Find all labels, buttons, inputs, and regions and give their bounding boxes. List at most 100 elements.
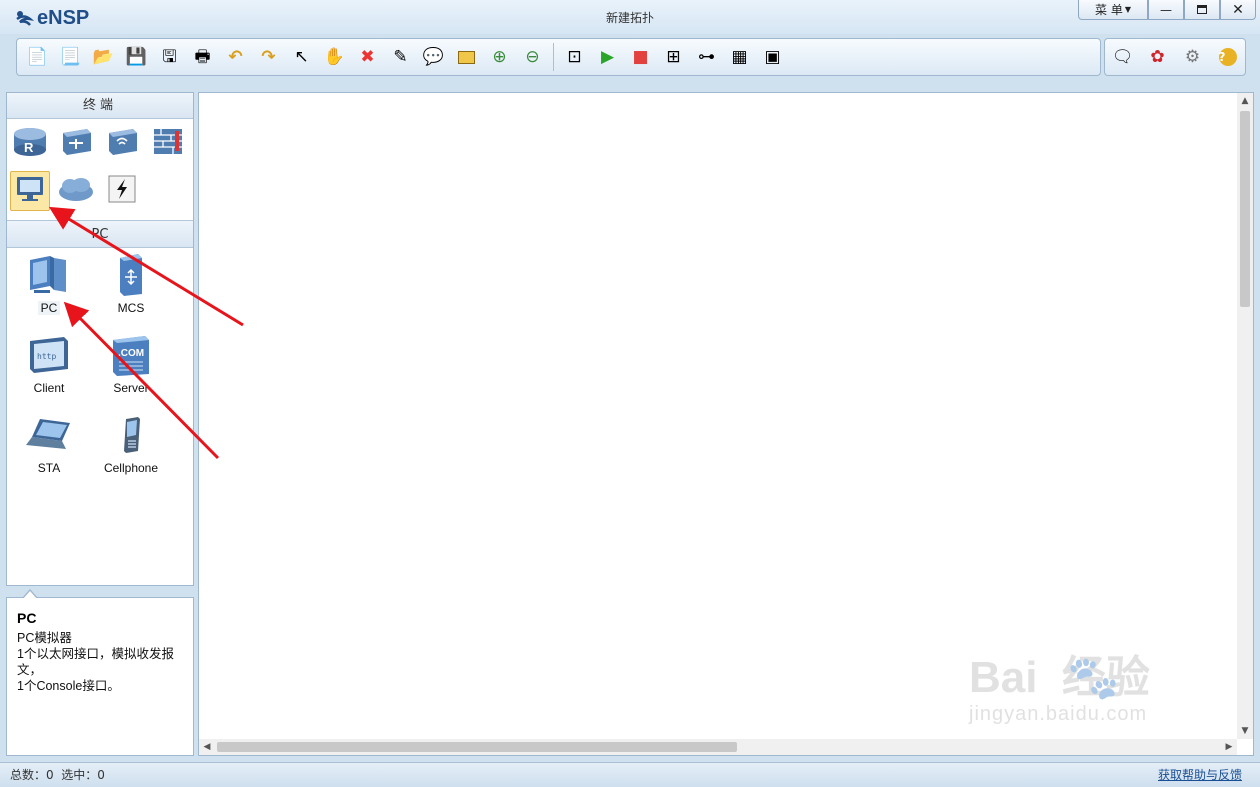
device-pc[interactable]: PC [9,253,89,316]
text-annotation-button[interactable]: 💬 [417,42,450,72]
scroll-up-icon[interactable]: ▲ [1237,93,1253,109]
topology-icon: ⊶ [698,46,715,67]
fit-view-icon: ⊡ [567,46,582,67]
save-as-button[interactable]: 🖫 [153,42,186,72]
cloud-icon [57,175,95,207]
wireless-icon [105,125,139,161]
svg-text:.COM: .COM [118,348,144,359]
device-label: MCS [117,301,145,315]
settings-button[interactable]: ⚙ [1176,42,1209,72]
fit-view-button[interactable]: ⊡ [558,42,591,72]
gear-icon: ⚙ [1184,46,1201,67]
huawei-logo-icon: ✿ [1150,46,1165,67]
svg-text:http: http [37,352,56,361]
screenshot-button[interactable]: ▣ [756,42,789,72]
save-as-icon: 🖫 [162,46,177,67]
select-pointer-icon: ↖ [294,46,309,67]
screenshot-icon: ▣ [764,46,781,67]
capture-button[interactable]: ⊞ [657,42,690,72]
pc-icon [26,252,72,302]
help-feedback-link[interactable]: 获取帮助与反馈 [1158,763,1242,787]
device-info-name: PC [17,610,37,626]
minimize-icon: — [1160,2,1172,17]
help-button[interactable]: ? [1211,42,1244,72]
grid-button[interactable]: ▦ [723,42,756,72]
select-pointer-button[interactable]: ↖ [285,42,318,72]
close-button[interactable]: ✕ [1220,0,1256,20]
router-icon: R [12,125,48,161]
device-client[interactable]: http Client [9,333,89,395]
text-annotation-icon: 💬 [422,46,445,67]
main-menu-button[interactable]: 菜 单 ▼ [1078,0,1148,20]
device-label: Client [33,381,65,395]
horizontal-scroll-thumb[interactable] [217,742,737,752]
category-router[interactable]: R [10,123,50,163]
main-menu-label: 菜 单 [1095,3,1123,17]
topology-canvas[interactable]: ▲ ▼ ◀ ▶ Bai 经验 🐾 jingyan.baidu.com [198,92,1254,756]
zoom-out-button[interactable]: ⊖ [516,42,549,72]
title-bar: eNSP 新建拓扑 菜 单 ▼ — ✕ [0,0,1260,34]
pan-hand-button[interactable]: ✋ [318,42,351,72]
window-title: 新建拓扑 [605,11,654,25]
print-icon: 🖶 [194,46,211,67]
device-label: PC [37,301,61,315]
chat-icon: 🗨 [1111,46,1134,67]
new-lab-button[interactable]: 📃 [54,42,87,72]
stop-device-icon: ■ [632,46,649,67]
zoom-in-button[interactable]: ⊕ [483,42,516,72]
open-icon: 📂 [92,46,115,67]
category-terminal[interactable] [10,171,50,211]
device-panel: 终端 R PC PC MCS http Client .COM Server S… [6,92,194,586]
print-button[interactable]: 🖶 [186,42,219,72]
maximize-button[interactable] [1184,0,1220,20]
mcs-server-icon [114,252,148,302]
minimize-button[interactable]: — [1148,0,1184,20]
delete-link-icon: ✎ [393,46,408,67]
delete-icon: ✖ [360,46,375,67]
subcategory-title: PC [7,220,193,248]
scroll-down-icon[interactable]: ▼ [1237,723,1253,739]
delete-button[interactable]: ✖ [351,42,384,72]
category-firewall[interactable] [148,123,188,163]
connection-icon [107,174,137,208]
zoom-out-icon: ⊖ [525,46,540,67]
vertical-scroll-thumb[interactable] [1240,111,1250,307]
device-label: Cellphone [103,461,159,475]
topology-button[interactable]: ⊶ [690,42,723,72]
stop-device-button[interactable]: ■ [624,42,657,72]
toolbar-right: 🗨 ✿ ⚙ ? [1104,38,1246,76]
vertical-scrollbar[interactable]: ▲ ▼ [1237,93,1253,739]
huawei-button[interactable]: ✿ [1141,42,1174,72]
device-sta[interactable]: STA [9,413,89,475]
toolbar-separator [553,43,554,71]
undo-button[interactable]: ↶ [219,42,252,72]
forum-button[interactable]: 🗨 [1106,42,1139,72]
palette-button[interactable] [450,42,483,72]
device-label: Server [113,381,149,395]
server-com-icon: .COM [109,332,153,382]
laptop-icon [22,415,76,459]
category-cloud[interactable] [56,171,96,211]
start-device-button[interactable]: ▶ [591,42,624,72]
redo-button[interactable]: ↷ [252,42,285,72]
device-label: STA [37,461,61,475]
category-wireless[interactable] [102,123,142,163]
help-icon: ? [1218,48,1237,66]
maximize-icon [1197,5,1207,14]
switch-icon [59,125,93,161]
scroll-right-icon[interactable]: ▶ [1221,739,1237,755]
open-button[interactable]: 📂 [87,42,120,72]
device-mcs[interactable]: MCS [91,253,171,315]
main-toolbar: 📄 📃 📂 💾 🖫 🖶 ↶ ↷ ↖ ✋ ✖ ✎ 💬 ⊕ ⊖ ⊡ ▶ ■ ⊞ ⊶ … [16,38,1101,76]
scroll-left-icon[interactable]: ◀ [199,739,215,755]
close-icon: ✕ [1232,1,1244,18]
new-topology-button[interactable]: 📄 [21,42,54,72]
device-server[interactable]: .COM Server [91,333,171,395]
palette-icon [458,50,475,64]
device-info-panel: PC PC模拟器 1个以太网接口，模拟收发报文， 1个Console接口。 [6,597,194,756]
category-switch[interactable] [56,123,96,163]
device-cellphone[interactable]: Cellphone [91,413,171,475]
save-button[interactable]: 💾 [120,42,153,72]
category-connection[interactable] [102,171,142,211]
delete-link-button[interactable]: ✎ [384,42,417,72]
